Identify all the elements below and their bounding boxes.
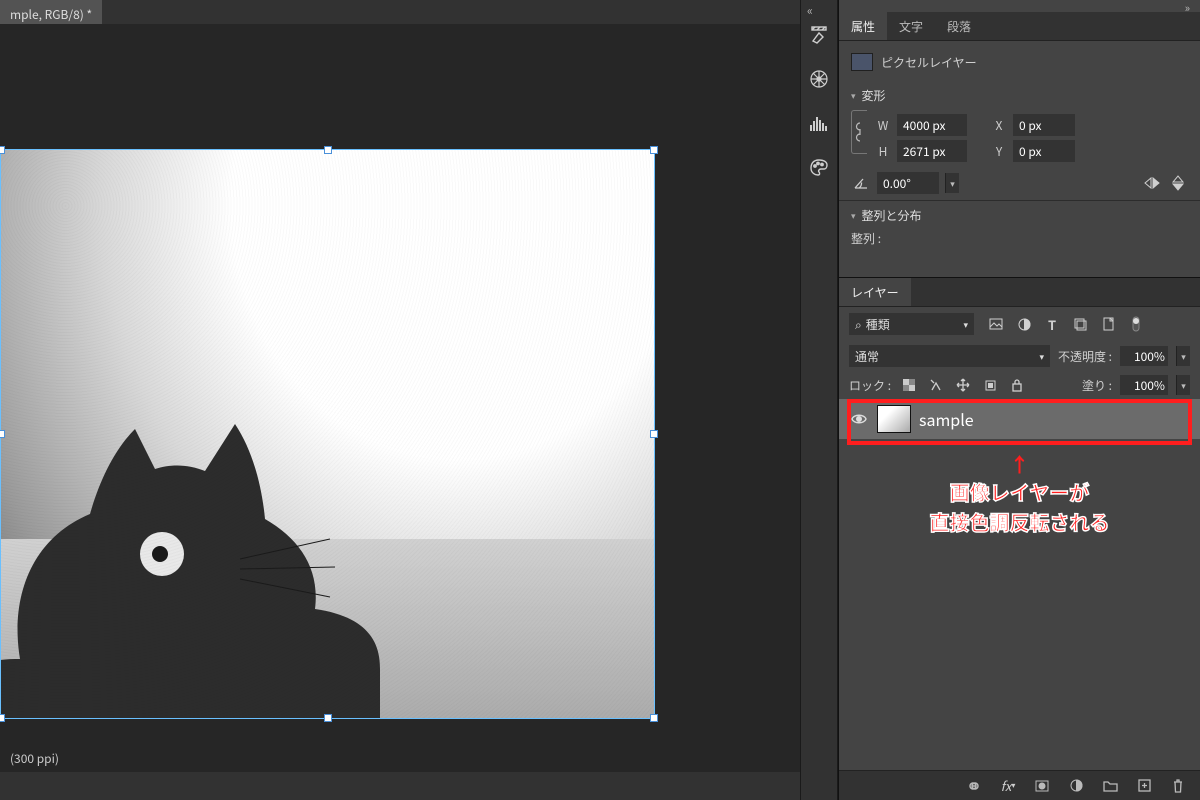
angle-field[interactable] bbox=[877, 172, 939, 194]
transform-handle-bc[interactable] bbox=[324, 714, 332, 722]
filter-type-icon[interactable]: T bbox=[1042, 314, 1062, 334]
lock-image-icon[interactable] bbox=[926, 375, 946, 395]
filter-shape-icon[interactable] bbox=[1070, 314, 1090, 334]
angle-icon bbox=[851, 173, 871, 193]
collapsed-panel-strip: « bbox=[800, 0, 838, 800]
layer-name[interactable]: sample bbox=[919, 407, 974, 431]
align-section-header[interactable]: 整列と分布 bbox=[851, 207, 1188, 224]
layer-filter-kind[interactable]: ⌕ 種類 ▾ bbox=[849, 313, 974, 335]
transform-section-title: 変形 bbox=[862, 87, 886, 104]
blend-mode-row: 通常 ▾ 不透明度 : ▾ bbox=[839, 341, 1200, 371]
lock-row: ロック : 塗り : ▾ bbox=[839, 371, 1200, 399]
brush-settings-icon[interactable] bbox=[808, 24, 830, 46]
transform-handle-tr[interactable] bbox=[650, 146, 658, 154]
blend-mode-value: 通常 bbox=[855, 348, 879, 365]
new-adjustment-layer-icon[interactable] bbox=[1066, 776, 1086, 796]
annotation-line2: 直接色調反転される bbox=[839, 507, 1200, 537]
layer-filter-label: 種類 bbox=[866, 316, 890, 333]
delete-layer-icon[interactable] bbox=[1168, 776, 1188, 796]
transform-handle-bl[interactable] bbox=[0, 714, 5, 722]
filter-toggle-switch[interactable] bbox=[1126, 314, 1146, 334]
opacity-field[interactable] bbox=[1120, 346, 1168, 366]
layers-filter-row: ⌕ 種類 ▾ T bbox=[839, 307, 1200, 341]
annotation-text: 画像レイヤーが 直接色調反転される bbox=[839, 477, 1200, 537]
angle-dropdown[interactable]: ▾ bbox=[945, 173, 959, 193]
y-label: Y bbox=[991, 143, 1007, 160]
align-label: 整列 : bbox=[851, 230, 881, 247]
layer-thumbnail[interactable] bbox=[877, 405, 911, 433]
layer-list[interactable]: sample ↑ 画像レイヤーが 直接色調反転される bbox=[839, 399, 1200, 770]
pixel-layer-icon bbox=[851, 53, 873, 71]
lock-all-icon[interactable] bbox=[1007, 375, 1027, 395]
tab-attributes[interactable]: 属性 bbox=[839, 12, 887, 40]
y-field[interactable] bbox=[1013, 140, 1075, 162]
annotation-arrow-icon: ↑ bbox=[1010, 449, 1030, 478]
x-label: X bbox=[991, 117, 1007, 134]
navigator-wheel-icon[interactable] bbox=[808, 68, 830, 90]
transform-handle-tc[interactable] bbox=[324, 146, 332, 154]
layers-tabs: レイヤー bbox=[839, 278, 1200, 307]
w-label: W bbox=[875, 117, 891, 134]
fill-label: 塗り : bbox=[1082, 377, 1112, 394]
lock-transparency-icon[interactable] bbox=[899, 375, 919, 395]
layer-type-indicator: ピクセルレイヤー bbox=[851, 49, 1188, 81]
align-section-title: 整列と分布 bbox=[862, 207, 922, 224]
layer-row[interactable]: sample bbox=[839, 399, 1200, 439]
x-field[interactable] bbox=[1013, 114, 1075, 136]
opacity-label: 不透明度 : bbox=[1058, 348, 1112, 365]
lock-artboard-icon[interactable] bbox=[980, 375, 1000, 395]
blend-mode-select[interactable]: 通常 ▾ bbox=[849, 345, 1050, 367]
add-mask-icon[interactable] bbox=[1032, 776, 1052, 796]
transform-section-header[interactable]: 変形 bbox=[851, 87, 1188, 104]
collapse-panels-icon[interactable]: » bbox=[839, 0, 1200, 12]
document-tab-title: mple, RGB/8) * bbox=[10, 6, 92, 23]
new-layer-icon[interactable] bbox=[1134, 776, 1154, 796]
link-wh-icon[interactable] bbox=[851, 110, 867, 154]
transform-handle-br[interactable] bbox=[650, 714, 658, 722]
lock-label: ロック : bbox=[849, 377, 891, 394]
height-field[interactable] bbox=[897, 140, 967, 162]
status-bar: (300 ppi) bbox=[0, 744, 69, 772]
histogram-icon[interactable] bbox=[808, 112, 830, 134]
document-tab[interactable]: mple, RGB/8) * bbox=[0, 0, 110, 24]
h-label: H bbox=[875, 143, 891, 160]
layer-effects-icon[interactable]: fx▾ bbox=[998, 776, 1018, 796]
layer-visibility-icon[interactable] bbox=[849, 409, 869, 429]
transform-handle-mr[interactable] bbox=[650, 430, 658, 438]
fill-dropdown[interactable]: ▾ bbox=[1176, 375, 1190, 395]
opacity-dropdown[interactable]: ▾ bbox=[1176, 346, 1190, 366]
lock-position-icon[interactable] bbox=[953, 375, 973, 395]
link-layers-icon[interactable] bbox=[964, 776, 984, 796]
layers-panel: レイヤー ⌕ 種類 ▾ T 通常 ▾ 不透明度 : bbox=[839, 277, 1200, 800]
status-resolution: (300 ppi) bbox=[10, 750, 59, 767]
filter-smartobject-icon[interactable] bbox=[1098, 314, 1118, 334]
layer-type-label: ピクセルレイヤー bbox=[881, 54, 977, 71]
search-icon: ⌕ bbox=[855, 316, 862, 333]
width-field[interactable] bbox=[897, 114, 967, 136]
swatches-palette-icon[interactable] bbox=[808, 156, 830, 178]
properties-tabs: 属性 文字 段落 bbox=[839, 12, 1200, 41]
annotation-line1: 画像レイヤーが bbox=[839, 477, 1200, 507]
properties-panel: 属性 文字 段落 ピクセルレイヤー 変形 W bbox=[839, 12, 1200, 277]
transform-bounds[interactable] bbox=[0, 149, 655, 719]
flip-horizontal-icon[interactable] bbox=[1142, 173, 1162, 193]
tab-paragraph[interactable]: 段落 bbox=[935, 12, 983, 40]
canvas-area[interactable]: (300 ppi) bbox=[0, 24, 800, 772]
flip-vertical-icon[interactable] bbox=[1168, 173, 1188, 193]
right-panel-column: » 属性 文字 段落 ピクセルレイヤー 変形 W bbox=[838, 0, 1200, 800]
filter-pixel-icon[interactable] bbox=[986, 314, 1006, 334]
tab-layers[interactable]: レイヤー bbox=[839, 278, 911, 306]
tab-character[interactable]: 文字 bbox=[887, 12, 935, 40]
transform-handle-ml[interactable] bbox=[0, 430, 5, 438]
fill-field[interactable] bbox=[1120, 375, 1168, 395]
transform-handle-tl[interactable] bbox=[0, 146, 5, 154]
expand-strip-icon[interactable]: « bbox=[807, 2, 813, 19]
filter-adjustment-icon[interactable] bbox=[1014, 314, 1034, 334]
layers-footer: fx▾ bbox=[839, 770, 1200, 800]
new-group-icon[interactable] bbox=[1100, 776, 1120, 796]
